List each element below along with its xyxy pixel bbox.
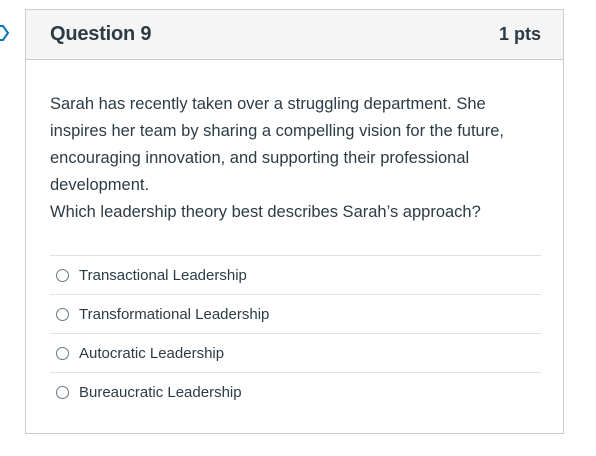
- radio-unchecked-icon[interactable]: [56, 268, 69, 282]
- answer-option-autocratic[interactable]: Autocratic Leadership: [50, 334, 541, 373]
- question-points: 1 pts: [498, 24, 541, 44]
- radio-unchecked-icon[interactable]: [56, 307, 69, 321]
- answer-label: Transformational Leadership: [79, 305, 270, 323]
- answer-label: Transactional Leadership: [79, 266, 247, 284]
- question-text: Sarah has recently taken over a struggli…: [50, 91, 541, 226]
- quiz-page: Question 9 1 pts Sarah has recently take…: [0, 0, 596, 456]
- flag-question-icon[interactable]: [0, 23, 12, 43]
- answer-label: Bureaucratic Leadership: [79, 383, 242, 401]
- question-header: Question 9 1 pts: [26, 10, 563, 60]
- question-card: Question 9 1 pts Sarah has recently take…: [25, 9, 564, 434]
- answer-option-transformational[interactable]: Transformational Leadership: [50, 295, 541, 334]
- answer-list: Transactional Leadership Transformationa…: [50, 255, 541, 411]
- radio-unchecked-icon[interactable]: [56, 385, 69, 399]
- question-body: Sarah has recently taken over a struggli…: [26, 60, 563, 411]
- question-text-paragraph: Sarah has recently taken over a struggli…: [50, 95, 504, 194]
- question-title: Question 9: [50, 23, 152, 45]
- radio-unchecked-icon[interactable]: [56, 346, 69, 360]
- question-prompt: Which leadership theory best describes S…: [50, 203, 481, 221]
- answer-label: Autocratic Leadership: [79, 344, 225, 362]
- answer-option-transactional[interactable]: Transactional Leadership: [50, 256, 541, 295]
- answer-option-bureaucratic[interactable]: Bureaucratic Leadership: [50, 373, 541, 411]
